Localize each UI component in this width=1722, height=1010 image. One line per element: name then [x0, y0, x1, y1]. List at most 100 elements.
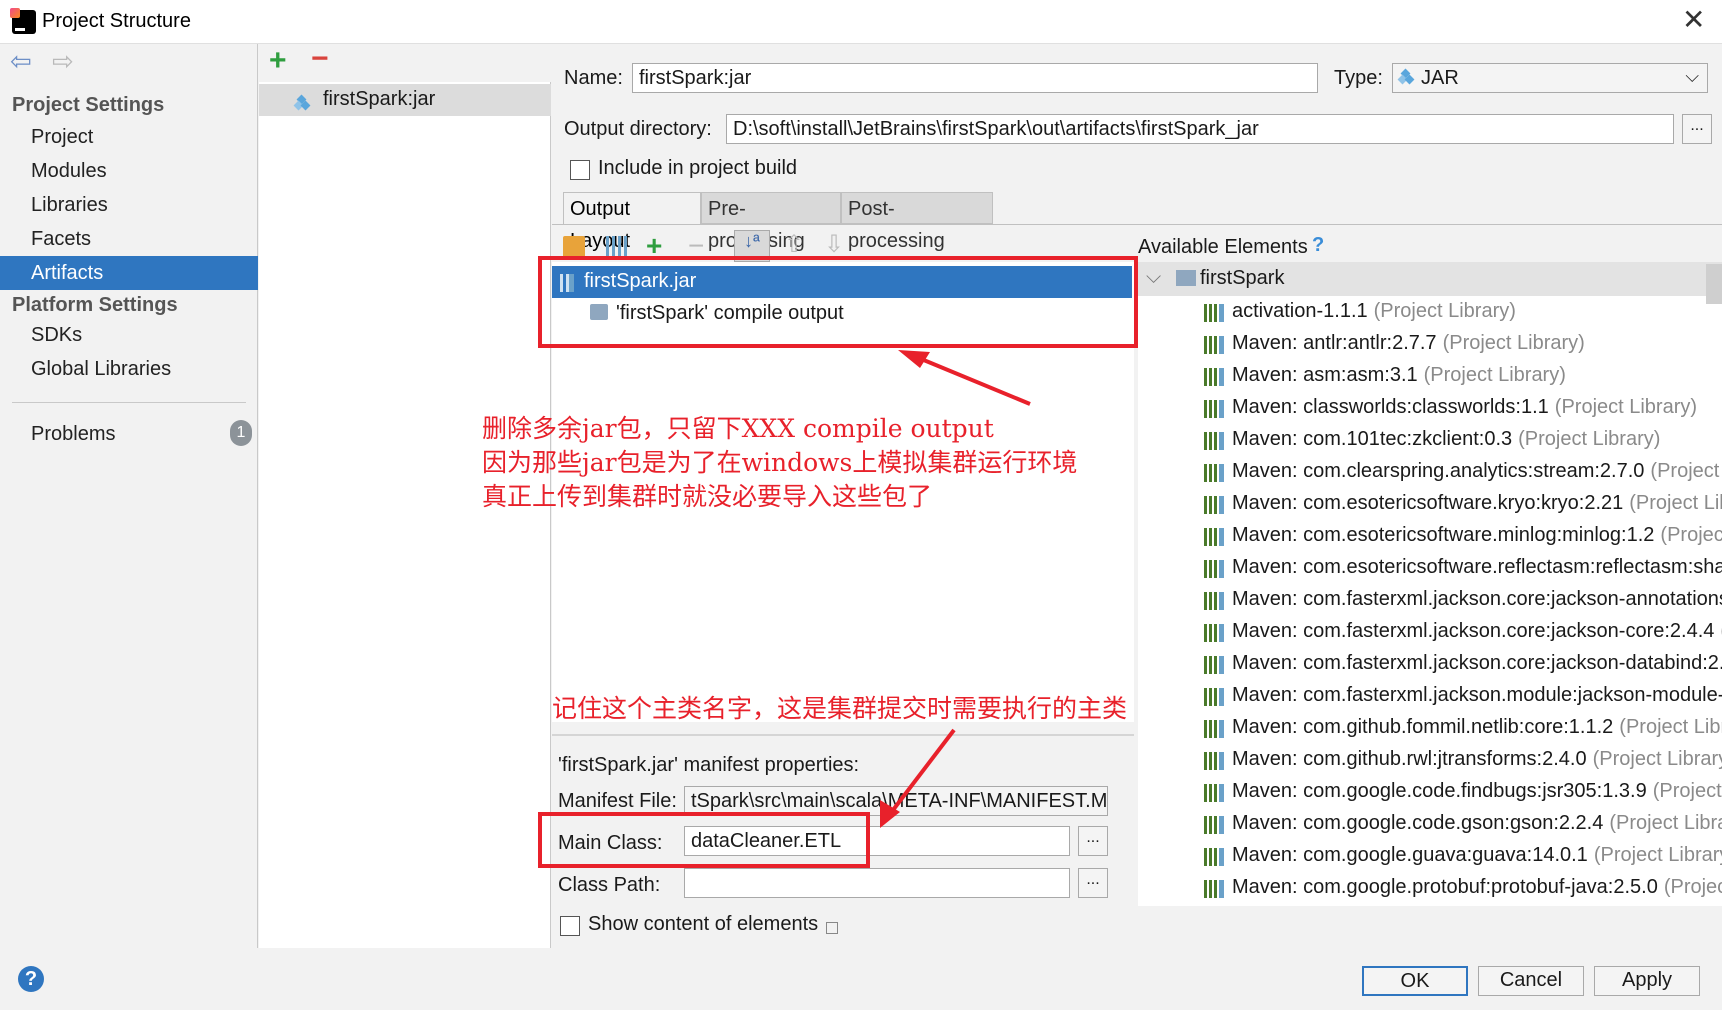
artifact-list-toolbar: + −: [259, 44, 551, 82]
library-name: Maven: com.google.guava:guava:14.0.1: [1232, 844, 1588, 866]
back-arrow-icon[interactable]: ⇦: [10, 46, 32, 77]
list-item[interactable]: Maven: com.github.fommil.netlib:core:1.1…: [1138, 712, 1722, 744]
list-item[interactable]: Maven: com.101tec:zkclient:0.3 (Project L…: [1138, 424, 1660, 456]
library-tag: (Project Library): [1593, 844, 1722, 866]
library-name: activation-1.1.1: [1232, 300, 1368, 322]
list-item[interactable]: Maven: asm:asm:3.1 (Project Library): [1138, 360, 1566, 392]
library-name: Maven: com.fasterxml.jackson.module:jack…: [1232, 684, 1722, 706]
include-build-checkbox[interactable]: [570, 160, 590, 180]
browse-class-path-button[interactable]: ...: [1078, 868, 1108, 898]
library-name: Maven: asm:asm:3.1: [1232, 364, 1418, 386]
sidebar-item-artifacts[interactable]: Artifacts: [0, 256, 258, 290]
browse-output-button[interactable]: ...: [1682, 114, 1712, 144]
add-artifact-icon[interactable]: +: [269, 46, 287, 76]
move-up-icon[interactable]: ⇧: [784, 230, 804, 259]
list-item[interactable]: Maven: com.fasterxml.jackson.module:jack…: [1138, 680, 1722, 712]
create-archive-icon[interactable]: [606, 236, 628, 258]
library-entry: Maven: com.github.rwl:jtransforms:2.4.0(…: [1232, 748, 1722, 771]
help-circle-icon[interactable]: ?: [18, 966, 44, 992]
forward-arrow-icon[interactable]: ⇨: [52, 46, 74, 77]
library-icon: [1204, 592, 1224, 610]
list-item[interactable]: Maven: com.esotericsoftware.kryo:kryo:2.…: [1138, 488, 1722, 520]
annotation-note-line-2: 因为那些jar包是为了在windows上模拟集群运行环境: [482, 448, 1078, 477]
help-icon[interactable]: ?: [1312, 234, 1324, 257]
list-item[interactable]: Maven: com.esotericsoftware.minlog:minlo…: [1138, 520, 1722, 552]
library-icon: [1204, 336, 1224, 354]
artifact-jar-icon: [293, 94, 311, 111]
tab-output-layout[interactable]: Output Layout: [563, 192, 701, 252]
list-item[interactable]: Maven: com.github.rwl:jtransforms:2.4.0(…: [1138, 744, 1722, 776]
sidebar-item-modules[interactable]: Modules: [0, 154, 258, 188]
library-icon: [1204, 752, 1224, 770]
library-name: Maven: com.github.rwl:jtransforms:2.4.0: [1232, 748, 1587, 770]
library-entry: Maven: classworlds:classworlds:1.1 (Proje…: [1232, 396, 1697, 419]
close-icon[interactable]: ✕: [1682, 6, 1705, 34]
tree-root-label: firstSpark: [1200, 267, 1285, 289]
browse-main-class-button[interactable]: ...: [1078, 826, 1108, 856]
sidebar-item-global-libraries[interactable]: Global Libraries: [0, 352, 258, 386]
library-tag: (Project Libra: [1629, 492, 1722, 514]
list-item[interactable]: firstSpark:jar: [259, 84, 551, 116]
create-directory-icon[interactable]: [563, 236, 585, 258]
list-item[interactable]: Maven: com.google.protobuf:protobuf-java…: [1138, 872, 1722, 904]
tab-post-processing[interactable]: Post-processing: [841, 192, 993, 252]
scrollbar-thumb[interactable]: [1706, 264, 1722, 304]
highlight-box-main-class: [538, 812, 870, 868]
cancel-button[interactable]: Cancel: [1478, 966, 1584, 996]
list-item[interactable]: Maven: com.google.code.findbugs:jsr305:1…: [1138, 776, 1722, 808]
list-item[interactable]: Maven: com.google.code.gson:gson:2.2.4 (P…: [1138, 808, 1722, 840]
jar-icon: [1397, 68, 1415, 85]
show-content-checkbox[interactable]: [560, 916, 580, 936]
library-tag: (Project Li: [1652, 780, 1722, 802]
library-name: Maven: com.fasterxml.jackson.core:jackso…: [1232, 652, 1722, 674]
list-item[interactable]: Maven: com.fasterxml.jackson.core:jackso…: [1138, 584, 1722, 616]
list-item[interactable]: Maven: com.esotericsoftware.reflectasm:r…: [1138, 552, 1722, 584]
list-item[interactable]: Maven: com.clearspring.analytics:stream:…: [1138, 456, 1722, 488]
output-dir-label: Output directory:: [564, 118, 712, 140]
library-entry: Maven: com.clearspring.analytics:stream:…: [1232, 460, 1722, 483]
problems-count-badge: 1: [230, 420, 252, 446]
include-build-label: Include in project build: [598, 157, 798, 179]
list-item[interactable]: Maven: com.google.guava:guava:14.0.1 (Pro…: [1138, 840, 1722, 872]
sidebar-item-libraries[interactable]: Libraries: [0, 188, 258, 222]
library-name: Maven: com.google.code.findbugs:jsr305:1…: [1232, 780, 1647, 802]
tree-root-row[interactable]: ⌵ firstSpark: [1138, 262, 1722, 296]
splitter[interactable]: [552, 734, 1134, 736]
module-folder-icon: [1176, 270, 1196, 286]
library-icon: [1204, 816, 1224, 834]
manifest-header: 'firstSpark.jar' manifest properties:: [558, 754, 860, 776]
sidebar-item-project[interactable]: Project: [0, 120, 258, 154]
class-path-field[interactable]: [684, 868, 1070, 898]
list-item[interactable]: Maven: classworlds:classworlds:1.1 (Proje…: [1138, 392, 1697, 424]
library-tag: (Project Library): [1592, 748, 1722, 770]
tab-pre-processing[interactable]: Pre-processing: [701, 192, 841, 252]
ok-button[interactable]: OK: [1362, 966, 1468, 996]
type-select[interactable]: JAR ⌵: [1392, 63, 1708, 93]
library-entry: Maven: com.fasterxml.jackson.module:jack…: [1232, 684, 1722, 707]
apply-button[interactable]: Apply: [1594, 966, 1700, 996]
list-item[interactable]: activation-1.1.1 (Project Library): [1138, 296, 1516, 328]
sidebar-item-facets[interactable]: Facets: [0, 222, 258, 256]
library-icon: [1204, 528, 1224, 546]
annotation-note-line-3: 真正上传到集群时就没必要导入这些包了: [482, 482, 933, 511]
library-name: Maven: antlr:antlr:2.7.7: [1232, 332, 1437, 354]
sidebar-item-sdks[interactable]: SDKs: [0, 318, 258, 352]
name-field[interactable]: firstSpark:jar: [632, 63, 1318, 93]
sidebar: ⇦ ⇨ Project Settings Project Modules Lib…: [0, 44, 258, 948]
remove-artifact-icon[interactable]: −: [311, 44, 329, 74]
library-name: Maven: com.github.fommil.netlib:core:1.1…: [1232, 716, 1614, 738]
sidebar-item-problems[interactable]: Problems: [0, 417, 258, 451]
list-item[interactable]: Maven: antlr:antlr:2.7.7 (Project Library…: [1138, 328, 1585, 360]
output-dir-field[interactable]: D:\soft\install\JetBrains\firstSpark\out…: [726, 114, 1674, 144]
settings-icon[interactable]: [826, 922, 838, 934]
library-entry: Maven: com.esotericsoftware.reflectasm:r…: [1232, 556, 1722, 579]
list-item[interactable]: Maven: com.fasterxml.jackson.core:jackso…: [1138, 648, 1722, 680]
library-entry: Maven: com.101tec:zkclient:0.3 (Project L…: [1232, 428, 1660, 451]
move-down-icon[interactable]: ⇩: [824, 230, 844, 259]
library-icon: [1204, 688, 1224, 706]
chevron-down-icon: ⌵: [1146, 266, 1162, 288]
library-entry: Maven: com.fasterxml.jackson.core:jackso…: [1232, 620, 1722, 643]
library-tag: (Project Lib: [1650, 460, 1722, 482]
title-bar: Project Structure ✕: [0, 0, 1722, 44]
list-item[interactable]: Maven: com.fasterxml.jackson.core:jackso…: [1138, 616, 1722, 648]
